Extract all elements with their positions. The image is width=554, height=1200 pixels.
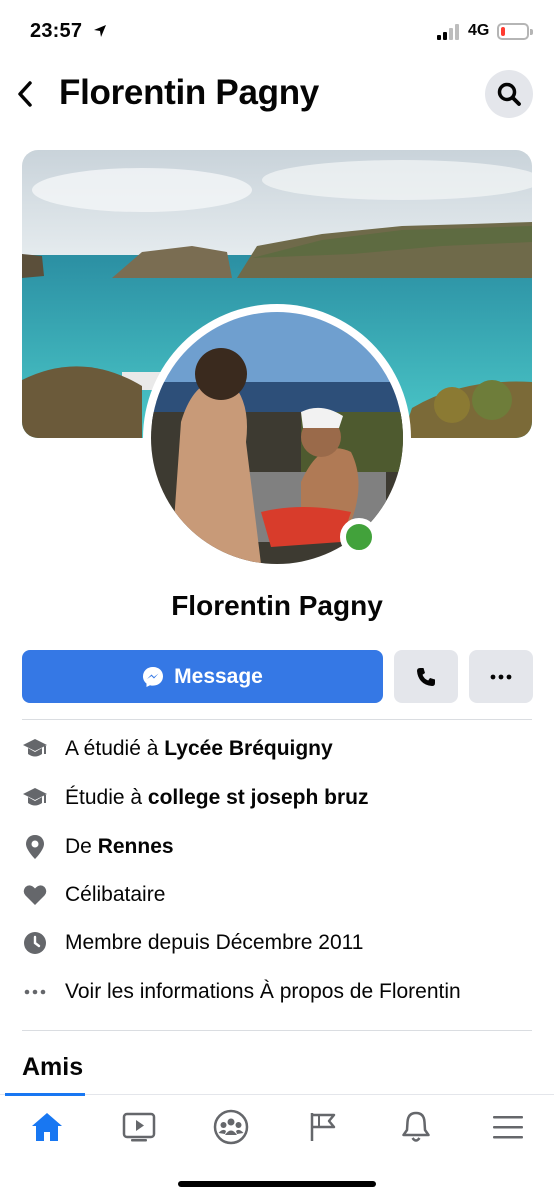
signal-icon <box>437 24 463 40</box>
ellipsis-icon <box>22 979 48 1005</box>
message-button[interactable]: Message <box>22 650 383 703</box>
status-time: 23:57 <box>30 20 83 42</box>
location-arrow-icon <box>93 24 107 43</box>
tab-video[interactable] <box>113 1107 165 1147</box>
friends-section-title[interactable]: Amis <box>22 1053 83 1082</box>
heart-icon <box>22 882 48 908</box>
notifications-bell-icon <box>402 1111 430 1142</box>
status-bar: 23:57 4G <box>0 0 554 62</box>
battery-icon <box>497 23 533 40</box>
online-status-indicator <box>340 518 378 556</box>
info-member-since-text: Membre depuis Décembre 2011 <box>65 931 364 954</box>
see-about-info-link[interactable]: Voir les informations À propos de Floren… <box>0 967 554 1015</box>
info-school-link[interactable]: college st joseph bruz <box>148 786 369 809</box>
info-education-past: A étudié à Lycée Bréquigny <box>0 724 554 772</box>
info-hometown: De Rennes <box>0 822 554 870</box>
info-relationship: Célibataire <box>0 870 554 918</box>
profile-name: Florentin Pagny <box>171 590 383 621</box>
map-pin-icon <box>22 834 48 860</box>
search-icon <box>497 82 521 106</box>
graduation-cap-icon <box>22 736 48 762</box>
home-indicator[interactable] <box>178 1181 376 1187</box>
info-prefix: De <box>65 835 98 858</box>
info-member-since: Membre depuis Décembre 2011 <box>0 918 554 966</box>
network-type: 4G <box>468 22 490 39</box>
info-education-current: Étudie à college st joseph bruz <box>0 773 554 821</box>
info-prefix: A étudié à <box>65 737 165 760</box>
info-prefix: Étudie à <box>65 786 148 809</box>
clock-icon <box>22 930 48 956</box>
see-about-info-label: Voir les informations À propos de Floren… <box>65 980 461 1003</box>
video-icon <box>122 1112 156 1142</box>
phone-icon <box>417 667 435 686</box>
page-title: Florentin Pagny <box>59 73 319 112</box>
call-button[interactable] <box>394 650 458 703</box>
tab-pages[interactable] <box>297 1107 349 1147</box>
divider <box>22 1030 532 1031</box>
info-school-link[interactable]: Lycée Bréquigny <box>164 737 332 760</box>
tab-groups[interactable] <box>205 1107 257 1147</box>
active-tab-indicator <box>5 1093 85 1096</box>
graduation-cap-icon <box>22 785 48 811</box>
info-relationship-text: Célibataire <box>65 883 166 906</box>
search-button[interactable] <box>485 70 533 118</box>
home-icon <box>32 1113 62 1141</box>
tab-notifications[interactable] <box>390 1107 442 1147</box>
tab-menu[interactable] <box>482 1107 534 1147</box>
message-button-label: Message <box>174 664 263 688</box>
back-button[interactable] <box>10 76 40 112</box>
more-options-button[interactable] <box>469 650 533 703</box>
pages-flag-icon <box>310 1113 336 1141</box>
divider <box>22 719 532 720</box>
ellipsis-icon <box>490 674 512 679</box>
info-hometown-link[interactable]: Rennes <box>98 835 174 858</box>
messenger-icon <box>143 666 164 687</box>
menu-icon <box>493 1116 523 1139</box>
tab-home[interactable] <box>21 1107 73 1147</box>
profile-header: Florentin Pagny <box>0 62 554 132</box>
groups-icon <box>213 1109 249 1145</box>
chevron-left-icon <box>18 81 32 107</box>
